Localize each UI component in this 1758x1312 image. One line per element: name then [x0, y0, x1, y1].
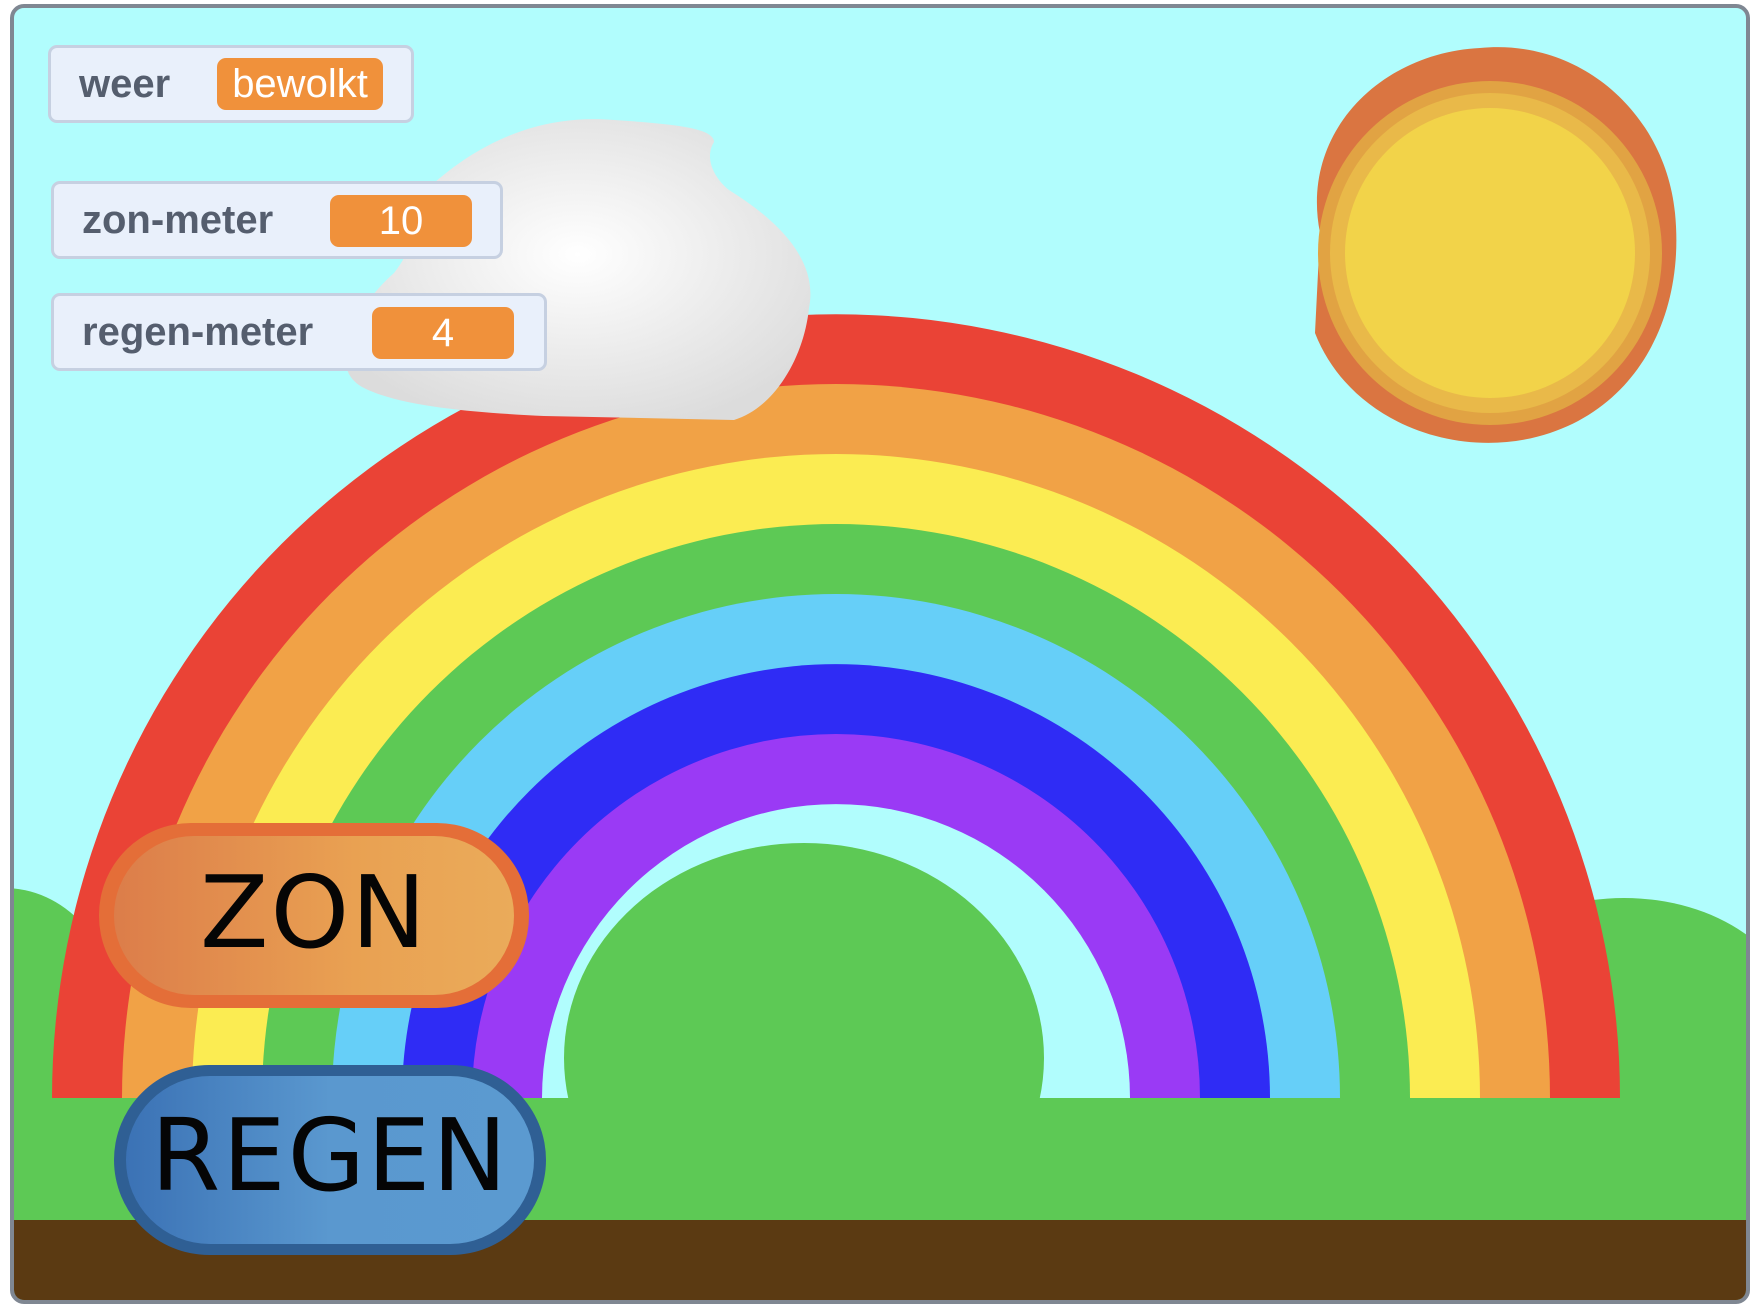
stage: ZON REGEN weer bewolkt zon-meter 10 rege…	[10, 4, 1750, 1304]
monitor-zon-meter: zon-meter 10	[51, 181, 503, 259]
zon-button-label[interactable]: ZON	[114, 858, 514, 968]
monitor-regen-meter-value: 4	[372, 307, 514, 359]
monitor-regen-meter-label: regen-meter	[82, 309, 314, 354]
monitor-weer: weer bewolkt	[48, 45, 414, 123]
regen-button-label[interactable]: REGEN	[126, 1101, 534, 1211]
monitor-weer-value: bewolkt	[217, 58, 383, 110]
monitor-weer-label: weer	[79, 61, 171, 106]
cloud-icon[interactable]	[345, 119, 811, 421]
monitor-zon-meter-value: 10	[330, 195, 472, 247]
sun-icon[interactable]	[1315, 47, 1677, 443]
monitor-zon-meter-label: zon-meter	[82, 197, 274, 242]
monitor-regen-meter: regen-meter 4	[51, 293, 547, 371]
